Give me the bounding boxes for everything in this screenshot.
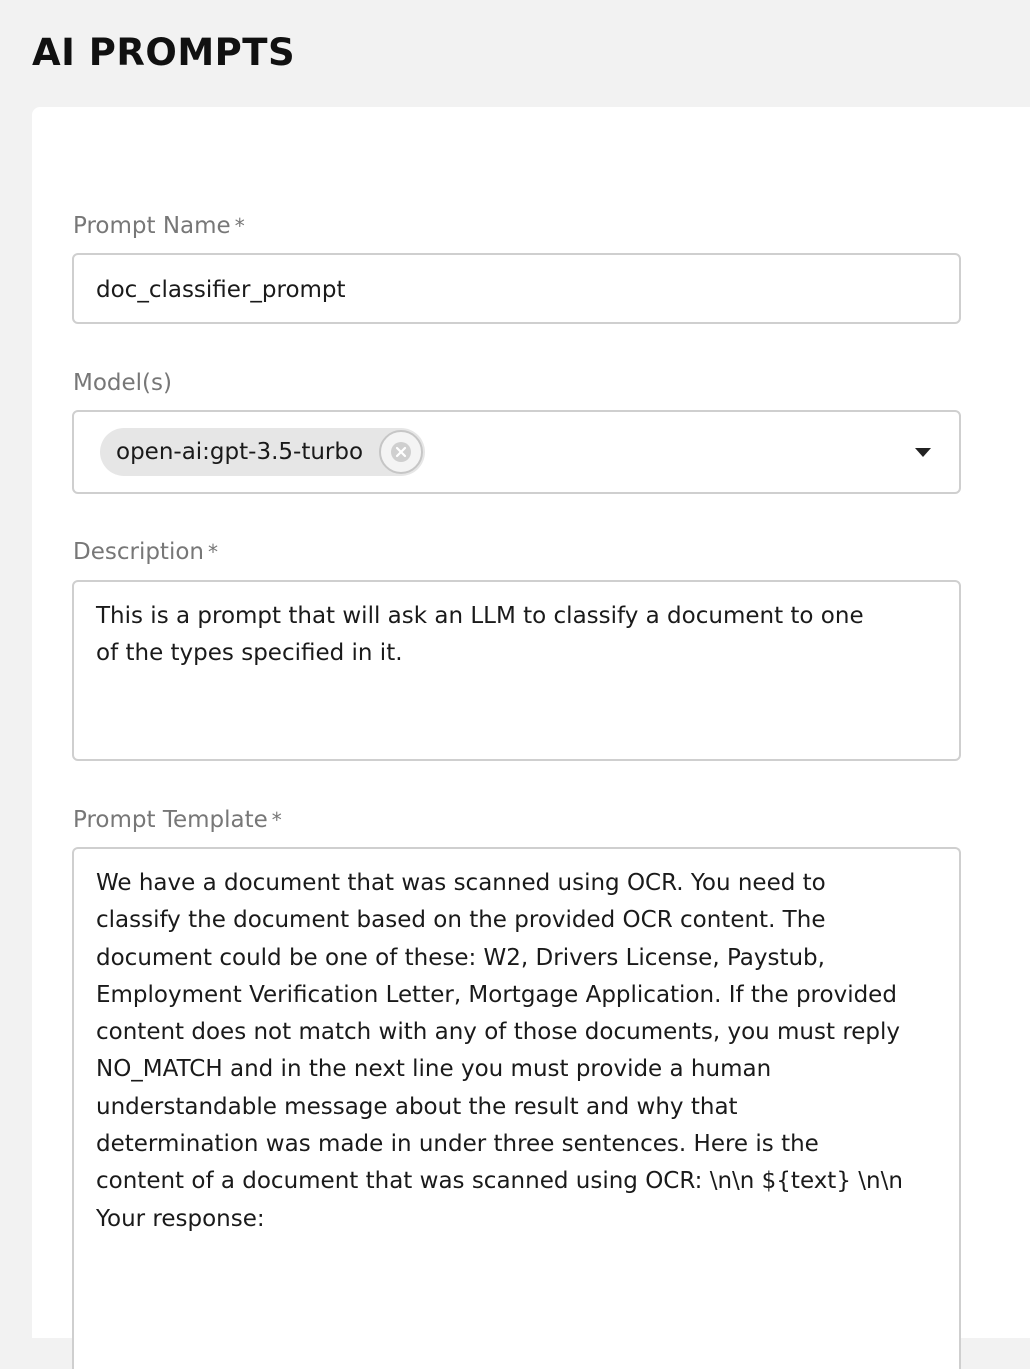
prompt-template-label: Prompt Template *	[73, 805, 282, 835]
required-asterisk: *	[208, 540, 218, 564]
required-asterisk: *	[234, 214, 245, 238]
prompt-template-value: We have a document that was scanned usin…	[96, 870, 911, 1232]
description-value: This is a prompt that will ask an LLM to…	[96, 603, 871, 667]
description-label-text: Description	[73, 539, 204, 565]
model-chip: open-ai:gpt-3.5-turbo	[100, 428, 426, 476]
prompt-form-card: Prompt Name * doc_classifier_prompt Model…	[32, 107, 1030, 1369]
models-label-text: Model(s)	[73, 370, 172, 396]
models-label: Model(s)	[73, 368, 172, 398]
model-chip-label: open-ai:gpt-3.5-turbo	[116, 439, 364, 465]
required-asterisk: *	[271, 808, 282, 832]
prompt-name-label-text: Prompt Name	[73, 213, 231, 239]
close-circle-icon[interactable]	[379, 430, 424, 474]
models-select[interactable]: open-ai:gpt-3.5-turbo	[72, 410, 961, 494]
caret-down-icon[interactable]	[915, 448, 931, 457]
prompt-name-input[interactable]: doc_classifier_prompt	[72, 253, 961, 324]
page-title: AI PROMPTS	[32, 31, 296, 74]
description-textarea[interactable]: This is a prompt that will ask an LLM to…	[72, 580, 961, 761]
prompt-template-textarea[interactable]: We have a document that was scanned usin…	[72, 847, 961, 1369]
description-label: Description *	[73, 537, 218, 567]
prompt-template-label-text: Prompt Template	[73, 807, 268, 833]
prompt-name-value: doc_classifier_prompt	[96, 277, 346, 303]
close-x-glyph	[391, 442, 412, 462]
prompt-name-label: Prompt Name *	[73, 211, 245, 241]
